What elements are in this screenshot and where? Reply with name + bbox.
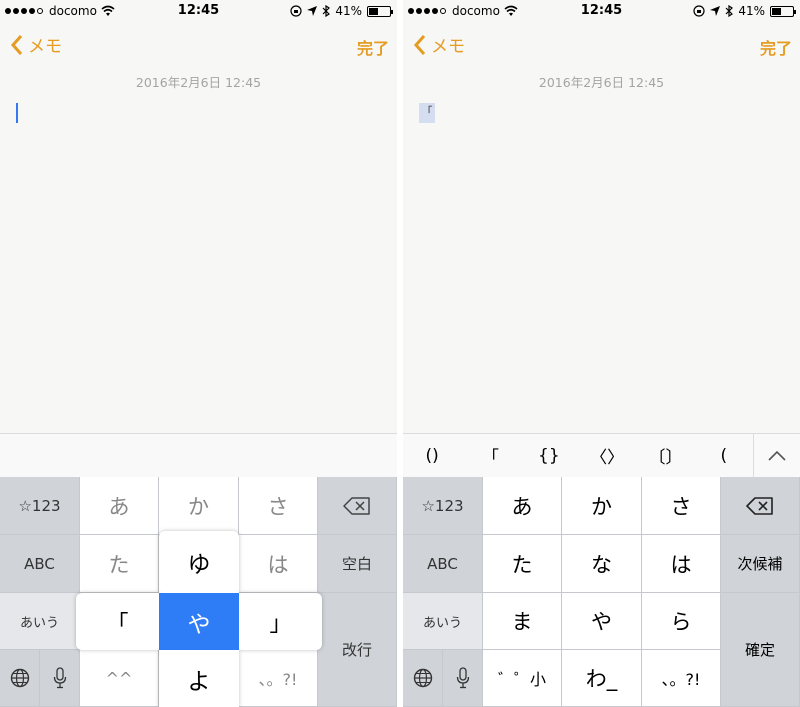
key-wa[interactable]: わ_ <box>562 650 642 707</box>
candidate-bar: () 「 {} 〈〉 〔〕 ( <box>403 433 800 477</box>
back-button[interactable]: メモ <box>10 32 62 57</box>
delete-icon <box>343 496 370 515</box>
navbar: メモ 完了 <box>0 26 397 62</box>
globe-icon <box>413 668 432 688</box>
location-icon <box>710 6 721 16</box>
key-numbers[interactable]: ☆123 <box>403 477 483 535</box>
key-ha[interactable]: は <box>642 535 721 593</box>
space-key[interactable]: 空白 <box>318 535 397 593</box>
keyboard: ☆123 ABC あいう あ か さ た は ^^ 、。?! 空白 改行 ゆ 「… <box>0 477 397 707</box>
battery-percent: 41% <box>335 4 362 18</box>
candidate-item[interactable]: ( <box>695 434 753 477</box>
battery-percent: 41% <box>738 4 765 18</box>
flick-down-yo[interactable]: よ <box>159 650 239 707</box>
left-screen: docomo 12:45 41% メモ 完了 2016年2月6日 12:45 ☆… <box>0 0 397 707</box>
keyboard: ☆123 ABC あいう あ か さ た な は ま や ら ゛゜小 わ_ 、。… <box>403 477 800 707</box>
key-abc[interactable]: ABC <box>403 535 483 593</box>
key-a[interactable]: あ <box>483 477 562 535</box>
globe-icon <box>10 668 29 688</box>
candidate-item[interactable]: 〈〉 <box>578 434 636 477</box>
key-globe[interactable] <box>0 650 40 707</box>
key-ka[interactable]: か <box>159 477 239 535</box>
mic-icon <box>53 667 66 689</box>
key-ka[interactable]: か <box>562 477 642 535</box>
key-punctuation[interactable]: 、。?! <box>239 650 318 707</box>
candidate-item[interactable]: {} <box>520 434 578 477</box>
mic-icon <box>456 667 469 689</box>
delete-key[interactable] <box>318 477 397 535</box>
note-date: 2016年2月6日 12:45 <box>538 75 665 90</box>
bluetooth-icon <box>322 5 331 17</box>
note-date: 2016年2月6日 12:45 <box>135 75 262 90</box>
navbar: メモ 完了 <box>403 26 800 62</box>
key-ra[interactable]: ら <box>642 593 721 650</box>
done-button[interactable]: 完了 <box>760 35 792 59</box>
key-ma[interactable]: ま <box>483 593 562 650</box>
chevron-left-icon <box>413 34 426 55</box>
text-cursor <box>16 103 18 123</box>
key-mic[interactable] <box>40 650 80 707</box>
flick-up-yu[interactable]: ゆ <box>159 531 239 593</box>
orientation-lock-icon <box>693 5 705 17</box>
key-sa[interactable]: さ <box>642 477 721 535</box>
back-label: メモ <box>28 37 62 57</box>
delete-key[interactable] <box>721 477 800 535</box>
key-a[interactable]: あ <box>80 477 159 535</box>
key-kana[interactable]: あいう <box>0 593 80 650</box>
candidate-bar <box>0 433 397 477</box>
bluetooth-icon <box>725 5 734 17</box>
key-mic[interactable] <box>443 650 483 707</box>
key-ta[interactable]: た <box>80 535 159 593</box>
flick-center-ya[interactable]: や <box>159 593 239 650</box>
status-bar: docomo 12:45 41% <box>403 0 800 22</box>
key-ya[interactable]: や <box>562 593 642 650</box>
candidate-item[interactable]: 「 <box>461 434 519 477</box>
delete-icon <box>746 496 773 515</box>
key-globe[interactable] <box>403 650 443 707</box>
next-candidate-key[interactable]: 次候補 <box>721 535 800 593</box>
back-label: メモ <box>431 37 465 57</box>
key-abc[interactable]: ABC <box>0 535 80 593</box>
key-ha[interactable]: は <box>239 535 318 593</box>
flick-left-bracket[interactable]: 「 <box>76 593 159 650</box>
key-kaomoji[interactable]: ^^ <box>80 650 159 707</box>
key-na[interactable]: な <box>562 535 642 593</box>
confirm-key[interactable]: 確定 <box>721 593 800 707</box>
key-punctuation[interactable]: 、。?! <box>642 650 721 707</box>
flick-right-bracket[interactable]: 」 <box>239 593 322 650</box>
key-numbers[interactable]: ☆123 <box>0 477 80 535</box>
battery-icon <box>367 5 393 17</box>
key-ta[interactable]: た <box>483 535 562 593</box>
key-sa[interactable]: さ <box>239 477 318 535</box>
marked-text: 「 <box>419 103 435 123</box>
key-dakuten[interactable]: ゛゜小 <box>483 650 562 707</box>
chevron-left-icon <box>10 34 23 55</box>
key-kana[interactable]: あいう <box>403 593 483 650</box>
right-screen: docomo 12:45 41% メモ 完了 2016年2月6日 12:45 「… <box>403 0 800 707</box>
location-icon <box>307 6 318 16</box>
expand-candidates-button[interactable] <box>752 434 800 477</box>
status-bar: docomo 12:45 41% <box>0 0 397 22</box>
chevron-up-icon <box>768 450 786 461</box>
orientation-lock-icon <box>290 5 302 17</box>
back-button[interactable]: メモ <box>413 32 465 57</box>
return-key[interactable]: 改行 <box>318 593 397 707</box>
done-button[interactable]: 完了 <box>357 35 389 59</box>
candidate-item[interactable]: () <box>403 434 461 477</box>
candidate-item[interactable]: 〔〕 <box>636 434 694 477</box>
battery-icon <box>770 5 796 17</box>
